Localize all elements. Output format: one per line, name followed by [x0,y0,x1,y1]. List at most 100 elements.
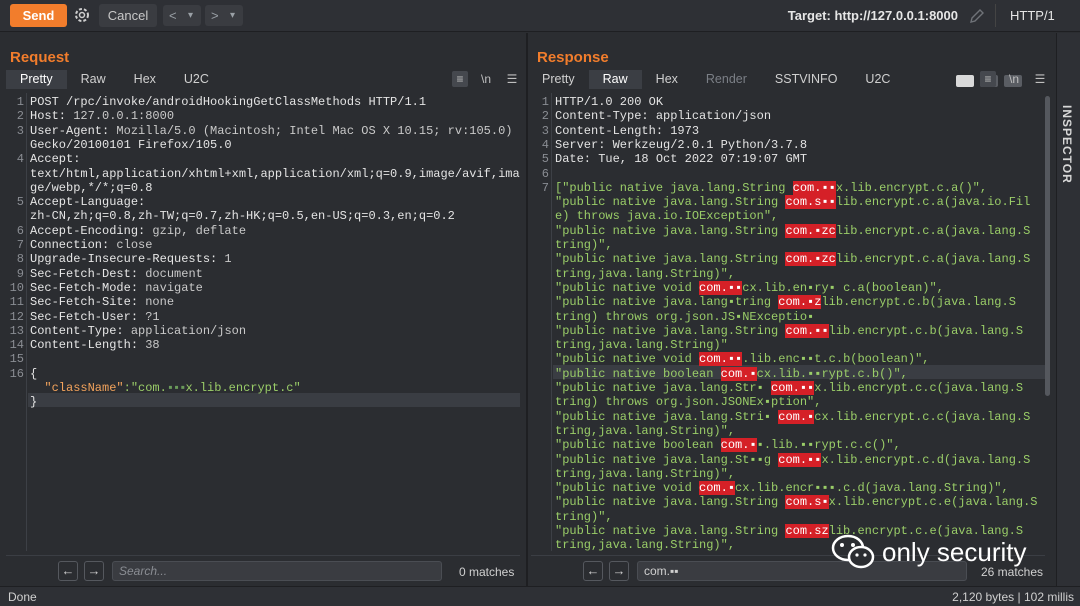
line-text: tring) throws org.json.JSONEx▪ption", [555,395,821,409]
line-number: 1 [541,95,549,109]
request-search-bar: ← → Search... 0 matches [6,555,520,586]
send-button[interactable]: Send [10,4,67,27]
pencil-icon[interactable] [968,7,986,25]
forward-button[interactable]: > ▾ [205,5,243,26]
back-button[interactable]: < ▾ [163,5,201,26]
redacted-text: ▪▪▪ [166,381,187,395]
line-text: tring)", [555,238,613,252]
line-text: "public native java.lang.St▪▪g com.▪▪x.l… [555,452,1030,467]
response-tab-hex[interactable]: Hex [642,70,692,89]
header-value: close [109,238,153,252]
line-number: 10 [9,280,24,295]
request-tab-hex[interactable]: Hex [120,70,170,89]
json-string: "public native java.lang.St▪▪g [555,452,779,467]
wrap-lines-icon[interactable]: ≡ [452,71,468,87]
line-content: zh-CN,zh;q=0.8,zh-TW;q=0.7,zh-HK;q=0.5,e… [30,209,455,224]
json-string: x.lib.encrypt.c.e(java.lang.S [828,495,1038,510]
line-content: ge/webp,*/*;q=0.8 [30,180,153,195]
search-highlight: com.▪ [720,438,757,453]
line-text: Connection: close [30,238,152,252]
request-editor[interactable]: 1 POST /rpc/invoke/androidHookingGetClass… [6,93,520,551]
header-value: gzip, deflate [145,223,247,238]
http-version-selector[interactable]: HTTP/1 [995,4,1067,27]
menu-icon[interactable]: ☰ [504,71,520,87]
watermark: only security [830,533,1027,571]
line-content: HTTP/1.0 200 OK [555,95,664,109]
line-text: "public native java.lang.String com.▪zcl… [555,252,1030,267]
json-string: tring,java.lang.String)", [555,466,736,481]
gear-icon[interactable] [72,5,92,25]
response-view-tools: ≡ \n ☰ [980,71,1048,87]
line-text: "public native boolean com.▪▪.lib.▪▪rypt… [555,438,901,453]
json-string: tring,java.lang.String)", [555,538,736,551]
line-text: tring)", [555,510,613,524]
response-tab-sstvinfo[interactable]: SSTVINFO [761,70,852,89]
line-text: "public native void com.▪▪cx.lib.en▪ry▪ … [555,280,944,295]
json-string: "public native java.lang.String [555,323,786,338]
wechat-icon [831,534,875,569]
line-text: HTTP/1.0 200 OK [555,95,663,109]
json-string: ▪.lib.▪▪rypt.c.c()", [756,438,901,453]
search-highlight: com.▪▪ [792,180,836,195]
inspector-sidebar[interactable]: INSPECTOR [1056,33,1080,586]
response-editor[interactable]: 1 HTTP/1.0 200 OK 2 Content-Type: applicati… [531,93,1045,551]
line-number: 8 [16,252,24,267]
json-string: lib.encrypt.c.b(java.lang.S [821,295,1016,310]
header-value: none [138,295,175,310]
line-number: 6 [541,166,549,181]
line-text: Sec-Fetch-User: ?1 [30,310,160,324]
search-highlight: com.▪ [778,409,815,424]
target-label[interactable]: Target: http://127.0.0.1:8000 [788,8,958,23]
json-string: "public native void [555,352,700,367]
menu-icon[interactable]: ☰ [1032,71,1048,87]
response-tab-pretty[interactable]: Pretty [528,70,589,89]
header-value: 127.0.0.1:8000 [66,109,175,124]
line-text: ["public native java.lang.String com.▪▪x… [555,180,987,195]
newline-toggle-icon[interactable]: \n [1006,71,1022,87]
json-string: "public native java.lang.String [555,252,786,267]
search-highlight: com.▪▪ [771,381,815,395]
header-name: Connection: [30,238,110,252]
json-string: lib.encrypt.c.b(java.lang.S [828,323,1024,338]
line-number: 2 [541,109,549,124]
json-string: lib.encrypt.c.a(java.io.Fil [835,195,1031,210]
json-string: "public native java.lang.String [555,524,786,538]
line-text: "public native java.lang.String com.s▪x.… [555,495,1038,510]
header-name: Upgrade-Insecure-Requests: [30,252,218,267]
search-next-button[interactable]: → [84,561,104,581]
json-string: tring,java.lang.String)", [555,423,736,438]
json-string: cx.lib.▪▪rypt.c.b()", [756,366,908,381]
line-text: Content-Type: application/json [30,324,246,338]
json-string: ["public native java.lang.String [555,180,793,195]
newline-toggle-icon[interactable]: \n [478,71,494,87]
inspector-label[interactable]: INSPECTOR [1060,105,1074,184]
request-tab-u2c[interactable]: U2C [170,70,223,89]
line-content: Content-Length: 1973 [555,123,700,138]
json-string: x.lib.encrypt.c.c(java.lang.S [814,381,1024,395]
line-text: Accept-Encoding: gzip, deflate [30,224,246,238]
search-highlight: com.▪▪ [778,452,822,467]
cancel-button[interactable]: Cancel [99,4,157,27]
search-next-button[interactable]: → [609,561,629,581]
response-tab-u2c[interactable]: U2C [851,70,904,89]
response-tab-render[interactable]: Render [692,70,761,89]
request-tab-pretty[interactable]: Pretty [6,70,67,89]
line-text: Date: Tue, 18 Oct 2022 07:19:07 GMT [555,152,807,166]
forward-history-icon[interactable]: ▾ [230,5,235,26]
line-text: zh-CN,zh;q=0.8,zh-TW;q=0.7,zh-HK;q=0.5,e… [30,209,455,223]
layout-side-by-side-icon[interactable] [956,75,974,87]
watermark-text: only security [882,536,1027,567]
response-tab-raw[interactable]: Raw [588,70,642,89]
search-highlight: com.sz [785,524,829,538]
search-prev-button[interactable]: ← [583,561,603,581]
request-tab-raw[interactable]: Raw [67,70,120,89]
back-history-icon[interactable]: ▾ [188,5,193,26]
wrap-lines-icon[interactable]: ≡ [980,71,996,87]
search-prev-button[interactable]: ← [58,561,78,581]
line-number: 16 [9,366,24,381]
request-search-input[interactable]: Search... [112,561,442,581]
line-content: Date: Tue, 18 Oct 2022 07:19:07 GMT [555,152,808,167]
response-scrollbar[interactable] [1045,96,1050,396]
line-content: POST /rpc/invoke/androidHookingGetClassM… [30,95,427,109]
json-string: tring)", [555,509,613,524]
